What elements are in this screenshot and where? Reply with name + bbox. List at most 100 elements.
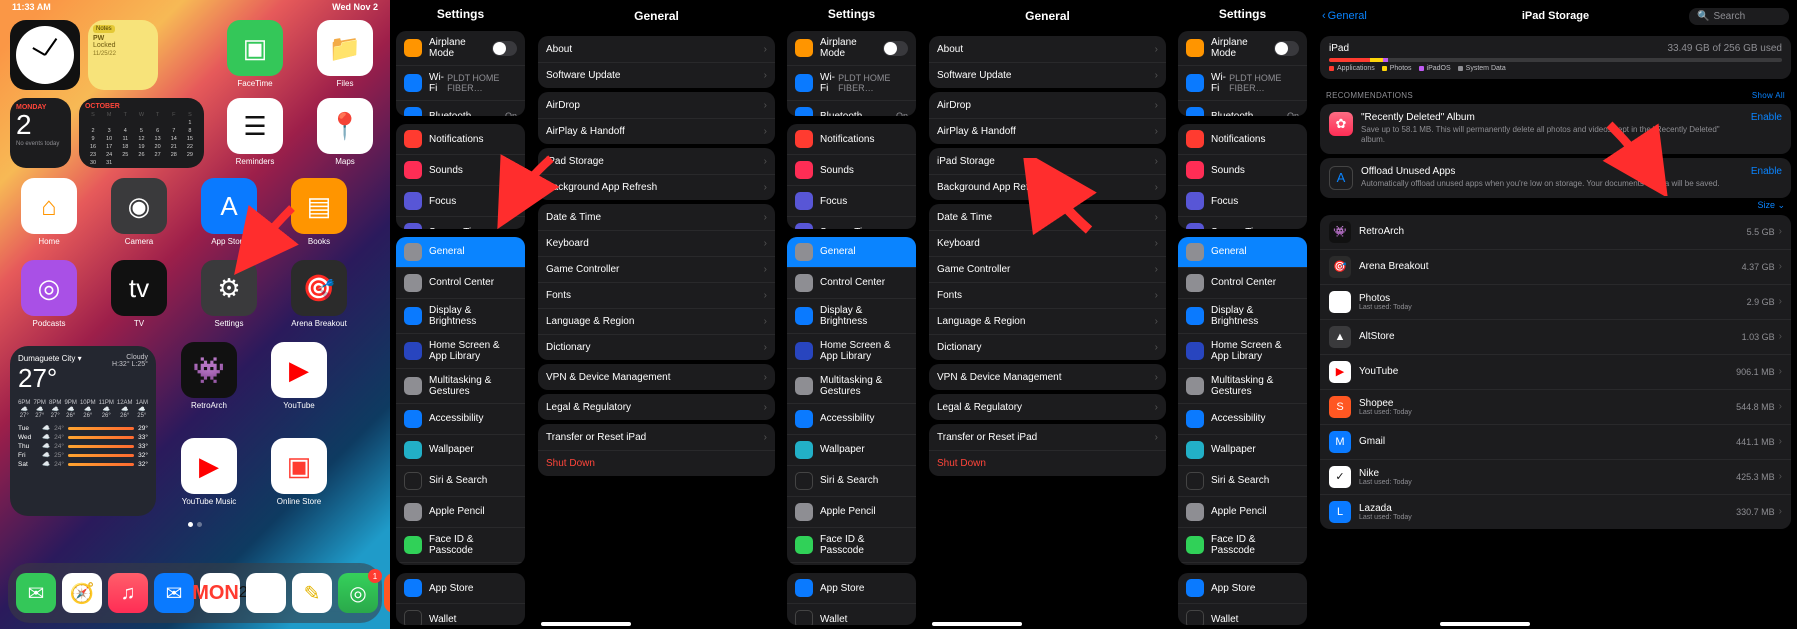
general-item-ipad-storage[interactable]: iPad Storage› (929, 148, 1166, 174)
general-item-language-region[interactable]: Language & Region› (929, 308, 1166, 334)
app-youtube[interactable]: ▶ YouTube (264, 342, 334, 410)
general-item-about[interactable]: About› (929, 36, 1166, 62)
general-item-airplay-handoff[interactable]: AirPlay & Handoff› (929, 118, 1166, 144)
sidebar-item-wallet[interactable]: Wallet (396, 603, 525, 625)
sidebar-item-multitasking-gestures[interactable]: Multitasking & Gestures (787, 368, 916, 403)
dock-app-safari[interactable]: 🧭 (62, 573, 102, 613)
sidebar-item-sounds[interactable]: Sounds (396, 154, 525, 185)
app-row-nike[interactable]: ✓ NikeLast used: Today 425.3 MB › (1320, 459, 1791, 494)
sidebar-item-app-store[interactable]: App Store (396, 573, 525, 603)
show-all-button[interactable]: Show All (1752, 91, 1785, 100)
sidebar-item-wi-fi[interactable]: Wi-FiPLDT HOME FIBER… (396, 65, 525, 100)
general-item-airdrop[interactable]: AirDrop› (929, 92, 1166, 118)
app-online-store[interactable]: ▣ Online Store (264, 438, 334, 506)
sidebar-item-battery[interactable]: Battery (787, 562, 916, 566)
weather-widget[interactable]: Dumaguete City ▾ 27° Cloudy H:32° L:25° … (10, 346, 156, 516)
sidebar-item-siri-search[interactable]: Siri & Search (396, 465, 525, 496)
sidebar-item-general[interactable]: General (396, 237, 525, 267)
sidebar-item-siri-search[interactable]: Siri & Search (787, 465, 916, 496)
sidebar-item-focus[interactable]: Focus (396, 185, 525, 216)
dock-app-calendar[interactable]: MON2 (200, 573, 240, 613)
dock-app-find-my[interactable]: ◎1 (338, 573, 378, 613)
app-row-arena-breakout[interactable]: 🎯 Arena Breakout 4.37 GB › (1320, 249, 1791, 284)
sidebar-item-apple-pencil[interactable]: Apple Pencil (396, 496, 525, 527)
search-input[interactable]: 🔍Search (1689, 8, 1789, 25)
general-item-keyboard[interactable]: Keyboard› (929, 230, 1166, 256)
general-item-game-controller[interactable]: Game Controller› (929, 256, 1166, 282)
sidebar-item-wallpaper[interactable]: Wallpaper (1178, 434, 1307, 465)
sidebar-item-multitasking-gestures[interactable]: Multitasking & Gestures (396, 368, 525, 403)
sidebar-item-airplane-mode[interactable]: Airplane Mode (1178, 31, 1307, 65)
app-row-retroarch[interactable]: 👾 RetroArch 5.5 GB › (1320, 215, 1791, 249)
sidebar-item-display-brightness[interactable]: Display & Brightness (1178, 298, 1307, 333)
home-indicator[interactable] (932, 622, 1022, 626)
sidebar-item-notifications[interactable]: Notifications (1178, 124, 1307, 154)
sidebar-item-bluetooth[interactable]: BluetoothOn (787, 100, 916, 116)
toggle[interactable] (492, 41, 517, 56)
general-item-dictionary[interactable]: Dictionary› (929, 334, 1166, 360)
sidebar-item-home-screen-app-library[interactable]: Home Screen & App Library (787, 333, 916, 368)
sort-by-size[interactable]: Size ⌄ (1314, 200, 1797, 213)
shut-down-button[interactable]: Shut Down (929, 450, 1166, 476)
sidebar-item-home-screen-app-library[interactable]: Home Screen & App Library (396, 333, 525, 368)
app-row-gmail[interactable]: M Gmail 441.1 MB › (1320, 424, 1791, 459)
sidebar-item-notifications[interactable]: Notifications (396, 124, 525, 154)
app-files[interactable]: 📁 Files (310, 20, 380, 90)
general-item-airplay-handoff[interactable]: AirPlay & Handoff› (538, 118, 775, 144)
clock-widget[interactable] (10, 20, 80, 90)
general-item-dictionary[interactable]: Dictionary› (538, 334, 775, 360)
general-item-fonts[interactable]: Fonts› (929, 282, 1166, 308)
sidebar-item-general[interactable]: General (787, 237, 916, 267)
general-item-date-time[interactable]: Date & Time› (538, 204, 775, 230)
sidebar-item-face-id-passcode[interactable]: Face ID & Passcode (396, 527, 525, 562)
dock-app-notes[interactable]: ✎ (292, 573, 332, 613)
sidebar-item-sounds[interactable]: Sounds (787, 154, 916, 185)
enable-button[interactable]: Enable (1751, 112, 1782, 123)
general-item-background-app-refresh[interactable]: Background App Refresh› (929, 174, 1166, 200)
sidebar-item-airplane-mode[interactable]: Airplane Mode (396, 31, 525, 65)
sidebar-item-wi-fi[interactable]: Wi-FiPLDT HOME FIBER… (787, 65, 916, 100)
sidebar-item-bluetooth[interactable]: BluetoothOn (396, 100, 525, 116)
app-retroarch[interactable]: 👾 RetroArch (174, 342, 244, 410)
home-indicator[interactable] (1440, 622, 1530, 626)
sidebar-item-sounds[interactable]: Sounds (1178, 154, 1307, 185)
sidebar-item-app-store[interactable]: App Store (1178, 573, 1307, 603)
dock-app-photos[interactable]: ✿ (246, 573, 286, 613)
general-item-language-region[interactable]: Language & Region› (538, 308, 775, 334)
sidebar-item-face-id-passcode[interactable]: Face ID & Passcode (787, 527, 916, 562)
sidebar-item-battery[interactable]: Battery (1178, 562, 1307, 566)
sidebar-item-app-store[interactable]: App Store (787, 573, 916, 603)
general-item-airdrop[interactable]: AirDrop› (538, 92, 775, 118)
sidebar-item-control-center[interactable]: Control Center (1178, 267, 1307, 298)
app-settings[interactable]: ⚙ Settings (194, 260, 264, 328)
app-camera[interactable]: ◉ Camera (104, 178, 174, 246)
app-row-shopee[interactable]: S ShopeeLast used: Today 544.8 MB › (1320, 389, 1791, 424)
sidebar-item-accessibility[interactable]: Accessibility (396, 403, 525, 434)
sidebar-item-siri-search[interactable]: Siri & Search (1178, 465, 1307, 496)
sidebar-item-home-screen-app-library[interactable]: Home Screen & App Library (1178, 333, 1307, 368)
back-button[interactable]: ‹General (1322, 10, 1367, 22)
home-indicator[interactable] (541, 622, 631, 626)
sidebar-item-screen-time[interactable]: Screen Time (396, 216, 525, 228)
general-item-software-update[interactable]: Software Update› (929, 62, 1166, 88)
sidebar-item-screen-time[interactable]: Screen Time (1178, 216, 1307, 228)
sidebar-item-face-id-passcode[interactable]: Face ID & Passcode (1178, 527, 1307, 562)
sidebar-item-accessibility[interactable]: Accessibility (1178, 403, 1307, 434)
app-tv[interactable]: tv TV (104, 260, 174, 328)
sidebar-item-control-center[interactable]: Control Center (396, 267, 525, 298)
app-books[interactable]: ▤ Books (284, 178, 354, 246)
sidebar-item-apple-pencil[interactable]: Apple Pencil (1178, 496, 1307, 527)
general-item-transfer-or-reset-ipad[interactable]: Transfer or Reset iPad› (929, 424, 1166, 450)
sidebar-item-airplane-mode[interactable]: Airplane Mode (787, 31, 916, 65)
sidebar-item-focus[interactable]: Focus (787, 185, 916, 216)
sidebar-item-battery[interactable]: Battery (396, 562, 525, 566)
general-item-software-update[interactable]: Software Update› (538, 62, 775, 88)
general-item-transfer-or-reset-ipad[interactable]: Transfer or Reset iPad› (538, 424, 775, 450)
dock-app-messages[interactable]: ✉ (16, 573, 56, 613)
calendar-day-widget[interactable]: MONDAY 2 No events today (10, 98, 71, 168)
dock-app-mail[interactable]: ✉ (154, 573, 194, 613)
general-item-date-time[interactable]: Date & Time› (929, 204, 1166, 230)
general-item-vpn-device-management[interactable]: VPN & Device Management› (538, 364, 775, 390)
enable-button[interactable]: Enable (1751, 166, 1782, 177)
app-row-youtube[interactable]: ▶ YouTube 906.1 MB › (1320, 354, 1791, 389)
